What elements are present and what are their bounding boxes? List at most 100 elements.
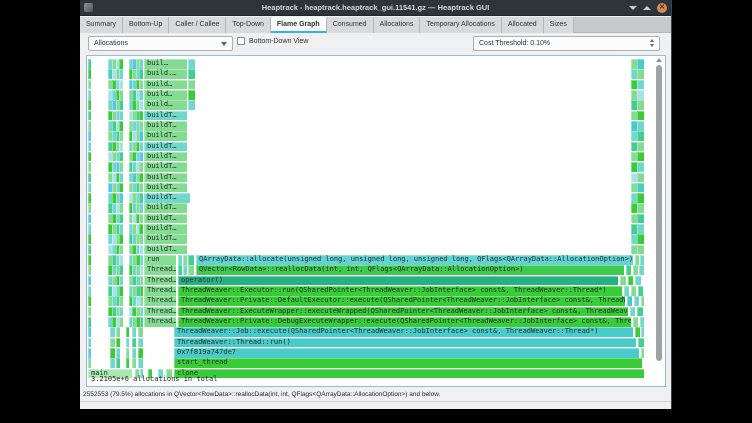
flame-frame-sliver[interactable] [635,327,640,337]
flame-frame[interactable]: Thread… [144,286,176,296]
flame-frame-sliver[interactable] [88,245,91,255]
flame-frame-sliver[interactable] [88,296,91,306]
flame-frame-sliver[interactable] [140,296,143,306]
flame-frame-sliver[interactable] [139,111,143,121]
flame-frame-sliver[interactable] [637,245,644,255]
flame-frame-sliver[interactable] [626,265,631,275]
flame-frame-sliver[interactable] [139,152,143,162]
tab-allocations[interactable]: Allocations [374,17,421,33]
flame-frame-sliver[interactable] [119,162,123,172]
flame-frame-sliver[interactable] [641,296,644,306]
flame-frame-sliver[interactable] [88,183,91,193]
flame-frame-sliver[interactable] [119,296,123,306]
flame-frame-sliver[interactable] [637,142,644,152]
flame-frame-sliver[interactable] [88,327,91,337]
flame-frame-sliver[interactable] [132,327,136,337]
flame-frame-sliver[interactable] [637,100,644,110]
flame-frame-sliver[interactable] [88,131,91,141]
flame-frame-sliver[interactable] [88,59,91,69]
flame-frame-sliver[interactable] [110,338,115,348]
flame-frame[interactable]: buildT… [144,245,187,255]
flame-frame-sliver[interactable] [188,255,194,265]
flame-frame-sliver[interactable] [132,358,136,368]
flame-frame[interactable]: Thread… [144,276,176,286]
flame-frame-sliver[interactable] [637,224,644,234]
flame-frame-sliver[interactable] [119,214,123,224]
flame-frame-sliver[interactable] [139,245,143,255]
flame-frame-sliver[interactable] [637,173,644,183]
flame-frame-sliver[interactable] [88,80,91,90]
flame-frame-sliver[interactable] [140,276,143,286]
flame-frame-sliver[interactable] [140,255,143,265]
flame-frame-sliver[interactable] [637,59,644,69]
flame-frame-sliver[interactable] [119,59,123,69]
flame-frame-sliver[interactable] [119,173,123,183]
flame-frame-sliver[interactable] [139,214,143,224]
flame-frame-sliver[interactable] [638,286,643,296]
flame-frame[interactable]: build… [144,100,187,110]
flame-frame-sliver[interactable] [126,338,129,348]
flame-frame-sliver[interactable] [139,234,143,244]
flame-frame[interactable]: QVector<RowData>::reallocData(int, int, … [196,265,624,275]
flame-frame-sliver[interactable] [631,286,636,296]
tab-top-down[interactable]: Top-Down [226,17,271,33]
tab-summary[interactable]: Summary [80,17,123,33]
tab-flame-graph[interactable]: Flame Graph [271,17,327,33]
flame-frame-sliver[interactable] [637,162,644,172]
flame-frame-sliver[interactable] [139,69,143,79]
flame-frame-sliver[interactable] [637,90,644,100]
close-icon[interactable]: ✕ [657,3,667,13]
flame-frame[interactable]: ThreadWeaver::Private::DefaultExecutor::… [178,296,625,306]
scrollbar-handle[interactable] [656,65,662,361]
flame-frame-sliver[interactable] [634,296,639,306]
flame-frame-sliver[interactable] [641,348,644,358]
flame-frame-sliver[interactable] [88,255,91,265]
flame-frame-sliver[interactable] [126,327,129,337]
flame-frame-sliver[interactable] [119,245,123,255]
flame-frame[interactable]: ThreadWeaver::Job::execute(QSharedPointe… [174,327,633,337]
flame-frame-sliver[interactable] [637,307,643,317]
flame-frame-sliver[interactable] [627,296,632,306]
maximize-icon[interactable] [643,6,651,10]
flame-frame-sliver[interactable] [110,358,115,368]
flame-frame-sliver[interactable] [119,276,123,286]
flame-frame-sliver[interactable] [140,286,143,296]
flame-frame-sliver[interactable] [119,203,123,213]
tab-consumed[interactable]: Consumed [327,17,374,33]
bottom-down-checkbox[interactable] [237,37,245,45]
flame-frame-sliver[interactable] [620,276,626,286]
flame-frame-sliver[interactable] [635,255,639,265]
flame-frame-sliver[interactable] [119,69,123,79]
flame-frame[interactable]: buildT… [144,183,187,193]
flame-frame-sliver[interactable] [139,80,143,90]
flame-frame-sliver[interactable] [88,307,91,317]
flame-frame[interactable]: start_thread [174,358,642,368]
flame-frame[interactable]: buildT… [144,111,187,121]
flame-frame-sliver[interactable] [139,100,143,110]
tab-temporary-allocations[interactable]: Temporary Allocations [420,17,501,33]
flame-frame[interactable]: buildT… [144,121,187,131]
title-bar[interactable]: Heaptrack - heaptrack.heaptrack_gui.1154… [80,0,671,16]
flame-frame-sliver[interactable] [635,276,641,286]
flame-frame-sliver[interactable] [630,307,635,317]
flame-frame-sliver[interactable] [140,265,143,275]
flame-frame-sliver[interactable] [119,152,123,162]
flame-frame-sliver[interactable] [139,183,143,193]
flame-frame[interactable]: ThreadWeaver::Thread::run() [174,338,636,348]
flame-frame-sliver[interactable] [88,265,91,275]
flame-frame-sliver[interactable] [126,358,129,368]
flame-frame-sliver[interactable] [638,338,644,348]
flame-frame-sliver[interactable] [119,183,123,193]
flame-frame-sliver[interactable] [139,59,143,69]
tab-allocated[interactable]: Allocated [502,17,544,33]
flame-frame-sliver[interactable] [119,317,123,327]
flame-frame[interactable]: Thread… [144,296,176,306]
flame-frame-sliver[interactable] [88,142,91,152]
flame-frame[interactable]: operator() [178,276,618,286]
flame-frame-sliver[interactable] [119,142,123,152]
flame-frame-sliver[interactable] [116,358,120,368]
flame-frame[interactable]: buildT… [144,152,187,162]
flame-frame-sliver[interactable] [139,162,143,172]
flame-frame-sliver[interactable] [637,111,644,121]
flame-frame-sliver[interactable] [88,358,91,368]
